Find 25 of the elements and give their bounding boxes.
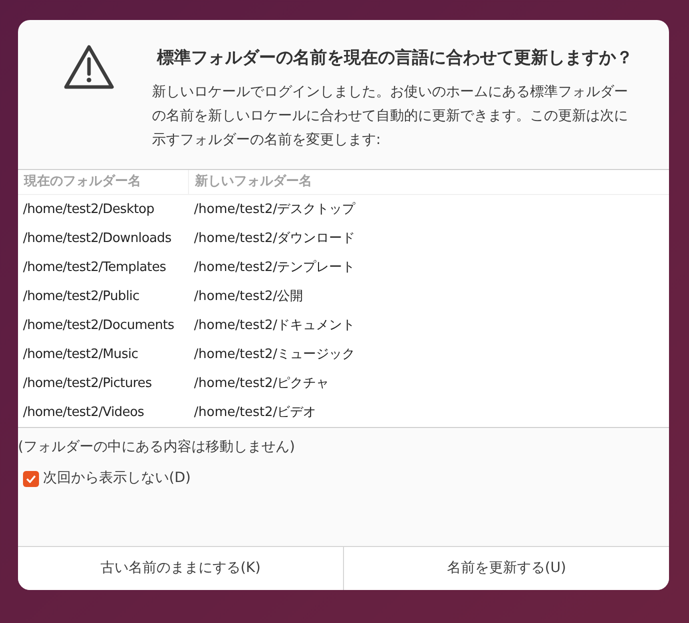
- table-cell-text: /home/test2/Music: [22, 346, 140, 364]
- table-cell-text: /home/test2/ビデオ: [193, 404, 318, 422]
- table-cell-text: /home/test2/Public: [22, 288, 140, 306]
- table-cell-text: /home/test2/Downloads: [22, 230, 172, 248]
- table-cell-text: /home/test2/ダウンロード: [193, 230, 356, 248]
- checkmark-icon: [26, 474, 36, 482]
- table-cell-text: /home/test2/公開: [193, 288, 304, 306]
- table-cell-text: /home/test2/テンプレート: [193, 258, 356, 277]
- note-text: (フォルダーの中にある内容は移動しません): [18, 438, 296, 457]
- table-cell-text: /home/test2/Templates: [22, 258, 168, 277]
- dialog-button[interactable]: 名前を更新する(U): [343, 547, 669, 590]
- table-cell-text: /home/test2/ドキュメント: [193, 316, 356, 335]
- warning-icon: [63, 44, 115, 90]
- table-cell-text: /home/test2/Documents: [22, 316, 176, 335]
- table-cell-text: /home/test2/ミュージック: [193, 346, 356, 364]
- table-cell-text: /home/test2/ピクチャ: [193, 374, 330, 393]
- table-cell-text: /home/test2/Desktop: [22, 200, 156, 219]
- checkbox-label: 次回から表示しない(D): [43, 469, 191, 488]
- dialog-message: 新しいロケールでログインしました。お使いのホームにある標準フォルダーの名前を新しいロケールに合わせて自動的に更新できます。この更新は次に示すフォルダーの名前を変更します:: [152, 83, 629, 150]
- checkbox[interactable]: [23, 470, 39, 486]
- dialog-button[interactable]: 古い名前のままにする(K): [18, 547, 343, 590]
- dialog-title: 標準フォルダーの名前を現在の言語に合わせて更新しますか？: [157, 47, 634, 70]
- table-cell-text: /home/test2/Videos: [22, 404, 146, 422]
- table-cell-text: /home/test2/デスクトップ: [193, 200, 356, 219]
- table-cell-text: /home/test2/Pictures: [22, 374, 153, 393]
